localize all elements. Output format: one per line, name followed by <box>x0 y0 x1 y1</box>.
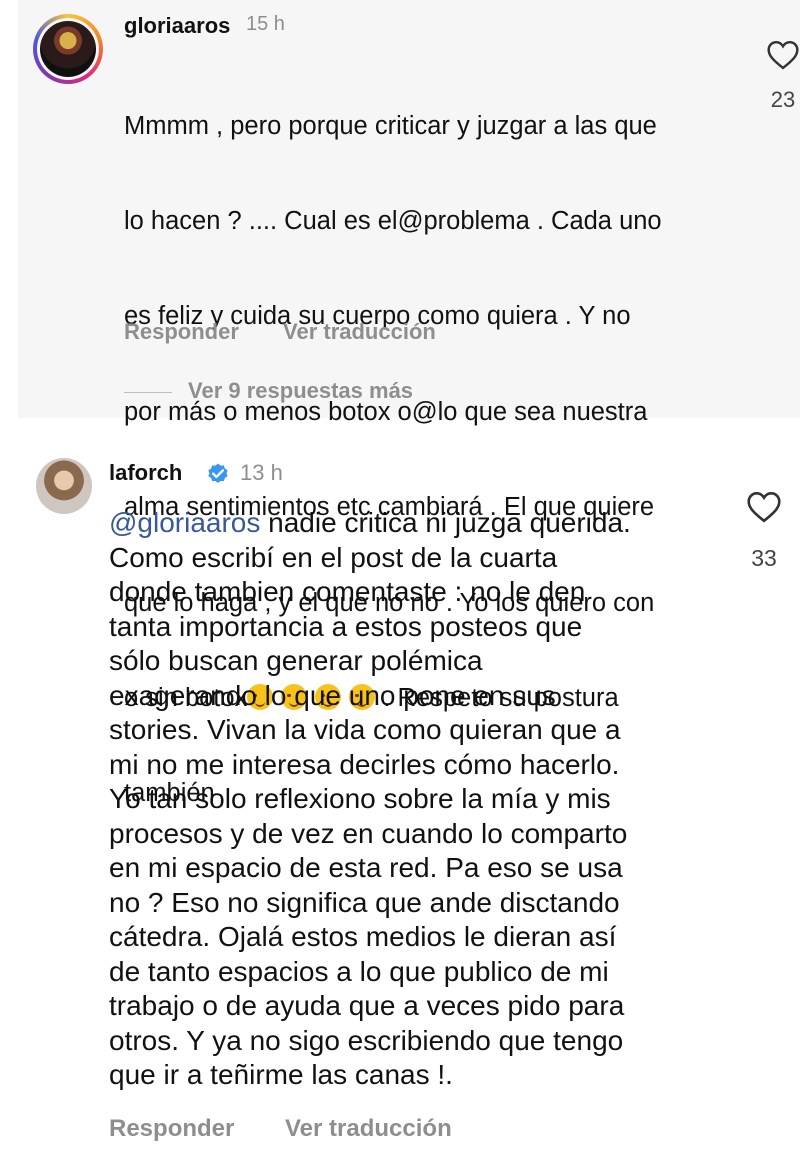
comment-username[interactable]: gloriaaros <box>124 13 230 39</box>
comment-line: que ir a teñirme las canas !. <box>109 1059 453 1090</box>
comment-line: tanta importancia a estos posteos que <box>109 610 583 642</box>
comment-line: Como escribí en el post de la cuarta <box>109 541 558 573</box>
comment-line: de tanto espacios a lo que publico de mi <box>109 955 609 987</box>
comment-line: procesos y de vez en cuando lo comparto <box>109 817 628 849</box>
avatar-ring-gap <box>37 18 99 80</box>
avatar-gloriaaros[interactable] <box>33 14 103 84</box>
avatar-image <box>40 21 96 77</box>
like-count: 33 <box>751 545 777 571</box>
reply-button[interactable]: Responder <box>124 319 239 345</box>
see-translation-button[interactable]: Ver traducción <box>283 319 436 345</box>
comment-time: 15 h <box>246 13 285 35</box>
view-more-replies-button[interactable]: Ver 9 respuestas más <box>188 378 413 404</box>
comment-line: sólo buscan generar polémica <box>109 645 483 676</box>
comment-line: en mi espacio de esta red. Pa eso se usa <box>109 852 623 883</box>
like-count: 23 <box>770 87 796 112</box>
see-translation-button[interactable]: Ver traducción <box>285 1115 452 1143</box>
comment-line: @gloriaaros nadie critica ni juzga queri… <box>109 506 631 541</box>
comment-line: stories. Vivan la vida como quieran que … <box>109 714 621 745</box>
heart-outline-icon[interactable] <box>766 40 800 70</box>
panel-left-strip <box>0 0 18 418</box>
comment-line: donde tambien comentaste : no le den <box>109 576 586 607</box>
comment-time: 13 h <box>240 460 283 485</box>
comment-line: Mmmm , pero porque criticar y juzgar a l… <box>124 111 657 140</box>
comment-line: Yo tan solo reflexiono sobre la mía y mi… <box>109 783 611 814</box>
mention-link[interactable]: @gloriaaros <box>109 507 260 538</box>
view-replies-divider <box>124 392 172 393</box>
comment-username[interactable]: laforch <box>109 460 182 486</box>
comment-line: mi no me interesa decirles cómo hacerlo. <box>109 748 620 780</box>
avatar-laforch[interactable] <box>36 458 92 514</box>
reply-button[interactable]: Responder <box>109 1115 234 1143</box>
verified-badge-icon <box>208 463 228 483</box>
comment-line: trabajo o de ayuda que a veces pido para <box>109 990 625 1021</box>
heart-outline-icon[interactable] <box>746 491 782 523</box>
comment-line-text: nadie critica ni juzga querida. <box>260 507 631 538</box>
comment-line: lo hacen ? .... Cual es el@problema . Ca… <box>124 206 662 235</box>
comment-line: no ? Eso no significa que ande disctando <box>109 886 620 918</box>
comment-body: @gloriaaros nadie critica ni juzga queri… <box>109 506 631 1093</box>
comment-line: cátedra. Ojalá estos medios le dieran as… <box>109 921 617 952</box>
comment-line: exagerando lo que uno pone en sus <box>109 679 556 711</box>
comment-line: otros. Y ya no sigo escribiendo que teng… <box>109 1024 624 1056</box>
